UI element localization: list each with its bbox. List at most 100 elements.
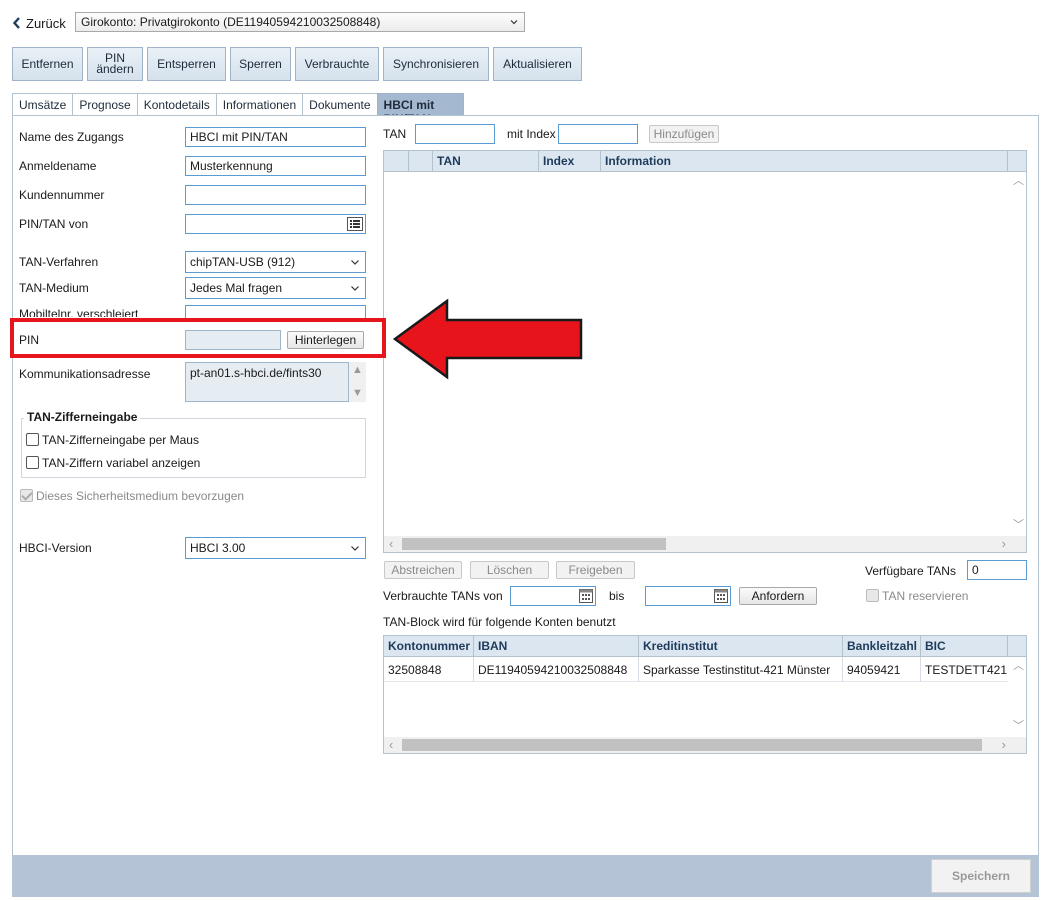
- tan-digits-mouse-checkbox[interactable]: [26, 433, 39, 446]
- release-button-label: Freigeben: [568, 563, 623, 577]
- tan-medium-select[interactable]: Jedes Mal fragen: [185, 277, 366, 299]
- reserve-tan-checkbox[interactable]: [866, 589, 879, 602]
- tan-digits-mouse-label: TAN-Zifferneingabe per Maus: [42, 433, 199, 447]
- tab-account-details[interactable]: Kontodetails: [136, 93, 217, 115]
- lock-button[interactable]: Sperren: [230, 47, 291, 81]
- customer-number-input[interactable]: [185, 185, 366, 205]
- used-from-date-input[interactable]: [510, 586, 596, 606]
- used-button-label: Verbrauchte: [304, 56, 370, 71]
- pintan-from-input[interactable]: [185, 214, 366, 234]
- login-name-value: Musterkennung: [190, 159, 273, 173]
- scroll-up-icon[interactable]: ︿: [1013, 176, 1024, 187]
- tab-label: Kontodetails: [143, 98, 210, 112]
- chevron-left-icon: [12, 17, 20, 29]
- add-tan-button[interactable]: Hinzufügen: [649, 125, 719, 143]
- hbci-version-select[interactable]: HBCI 3.00: [185, 537, 366, 559]
- accounts-grid-hscroll-thumb[interactable]: [402, 739, 982, 751]
- tan-medium-label: TAN-Medium: [19, 281, 89, 295]
- scroll-down-icon[interactable]: ﹀: [1013, 520, 1024, 531]
- accounts-col-bic[interactable]: BIC: [921, 636, 1008, 657]
- refresh-button[interactable]: Aktualisieren: [493, 47, 582, 81]
- accounts-grid-hscrollbar[interactable]: ‹ ›: [384, 737, 1026, 753]
- scroll-left-icon[interactable]: ‹: [389, 738, 393, 751]
- scroll-right-icon[interactable]: ›: [1002, 738, 1006, 751]
- calendar-icon[interactable]: [579, 589, 593, 603]
- chevron-down-icon: [351, 286, 359, 291]
- access-name-value: HBCI mit PIN/TAN: [190, 130, 288, 144]
- toolbar: Entfernen PIN ändern Entsperren Sperren …: [12, 47, 582, 81]
- accounts-col-bank-code[interactable]: Bankleitzahl: [843, 636, 921, 657]
- used-tans-from-label: Verbrauchte TANs von: [383, 589, 503, 603]
- used-to-date-input[interactable]: [645, 586, 731, 606]
- tan-digits-variable-checkbox[interactable]: [26, 456, 39, 469]
- lock-button-label: Sperren: [239, 56, 282, 71]
- remove-button[interactable]: Entfernen: [12, 47, 83, 81]
- access-name-input[interactable]: HBCI mit PIN/TAN: [185, 127, 366, 147]
- request-button-label: Anfordern: [751, 589, 805, 603]
- scroll-down-icon[interactable]: ▼: [352, 388, 363, 399]
- available-tans-input[interactable]: 0: [967, 560, 1027, 580]
- footer-bar: Speichern: [12, 855, 1039, 897]
- calendar-icon[interactable]: [714, 589, 728, 603]
- request-button[interactable]: Anfordern: [739, 587, 817, 605]
- hbci-version-value: HBCI 3.00: [190, 541, 246, 555]
- tan-method-label: TAN-Verfahren: [19, 255, 99, 269]
- table-row[interactable]: 32508848 DE11940594210032508848 Sparkass…: [384, 657, 1008, 682]
- comm-address-textarea[interactable]: pt-an01.s-hbci.de/fints30: [185, 362, 349, 402]
- login-name-input[interactable]: Musterkennung: [185, 156, 366, 176]
- unlock-button[interactable]: Entsperren: [147, 47, 226, 81]
- used-button[interactable]: Verbrauchte: [295, 47, 379, 81]
- tan-grid-col-blank2: [409, 151, 433, 172]
- index-input[interactable]: [558, 124, 638, 144]
- tan-grid-col-information[interactable]: Information: [601, 151, 1008, 172]
- tab-forecast[interactable]: Prognose: [72, 93, 138, 115]
- comm-address-label: Kommunikationsadresse: [19, 367, 151, 381]
- scroll-left-icon[interactable]: ‹: [389, 537, 393, 550]
- accounts-grid: Kontonummer IBAN Kreditinstitut Bankleit…: [383, 635, 1027, 754]
- strike-button[interactable]: Abstreichen: [384, 561, 462, 579]
- synchronize-button-label: Synchronisieren: [392, 56, 480, 71]
- tab-transactions[interactable]: Umsätze: [12, 93, 74, 115]
- tan-input[interactable]: [415, 124, 495, 144]
- tan-grid-vscrollbar[interactable]: ︿ ﹀: [1009, 172, 1026, 536]
- tan-block-label: TAN-Block wird für folgende Konten benut…: [383, 615, 616, 629]
- tab-hbci-pin-tan[interactable]: HBCI mit PIN/TAN: [376, 93, 464, 126]
- reserve-tan-label: TAN reservieren: [882, 589, 969, 603]
- institution-cell: Sparkasse Testinstitut-421 Münster: [639, 657, 843, 682]
- customer-number-label: Kundennummer: [19, 188, 105, 202]
- accounts-col-institution[interactable]: Kreditinstitut: [639, 636, 843, 657]
- tan-digits-variable-label: TAN-Ziffern variabel anzeigen: [42, 456, 201, 470]
- scroll-right-icon[interactable]: ›: [1002, 537, 1006, 550]
- tab-documents[interactable]: Dokumente: [302, 93, 378, 115]
- login-name-label: Anmeldename: [19, 159, 97, 173]
- release-button[interactable]: Freigeben: [556, 561, 635, 579]
- tab-information[interactable]: Informationen: [215, 93, 304, 115]
- scroll-down-icon[interactable]: ﹀: [1013, 721, 1024, 732]
- comm-address-scrollbar[interactable]: ▲ ▼: [349, 362, 366, 402]
- scroll-up-icon[interactable]: ▲: [352, 365, 363, 376]
- tan-grid-hscroll-thumb[interactable]: [402, 538, 666, 550]
- back-button[interactable]: Zurück: [12, 14, 66, 32]
- delete-button[interactable]: Löschen: [470, 561, 549, 579]
- tab-label: Umsätze: [19, 98, 67, 112]
- change-pin-button[interactable]: PIN ändern: [87, 47, 143, 81]
- mobile-number-input[interactable]: [185, 305, 366, 319]
- synchronize-button[interactable]: Synchronisieren: [383, 47, 489, 81]
- tan-grid-col-tan[interactable]: TAN: [433, 151, 539, 172]
- tan-grid-hscrollbar[interactable]: ‹ ›: [384, 536, 1026, 552]
- iban-cell: DE11940594210032508848: [474, 657, 639, 682]
- to-label: bis: [609, 589, 625, 603]
- list-icon[interactable]: [347, 217, 363, 231]
- hbci-version-label: HBCI-Version: [19, 541, 92, 555]
- tan-grid-col-index[interactable]: Index: [539, 151, 601, 172]
- save-button[interactable]: Speichern: [931, 859, 1031, 893]
- scroll-up-icon[interactable]: ︿: [1013, 661, 1024, 672]
- accounts-col-iban[interactable]: IBAN: [474, 636, 639, 657]
- accounts-col-account-number[interactable]: Kontonummer: [384, 636, 474, 657]
- accounts-grid-vscrollbar[interactable]: ︿ ﹀: [1009, 657, 1026, 737]
- delete-button-label: Löschen: [486, 563, 533, 577]
- prefer-medium-checkbox[interactable]: [20, 489, 33, 502]
- tan-method-select[interactable]: chipTAN-USB (912): [185, 251, 366, 273]
- account-number-cell: 32508848: [384, 657, 474, 682]
- account-select[interactable]: Girokonto: Privatgirokonto (DE1194059421…: [75, 12, 525, 32]
